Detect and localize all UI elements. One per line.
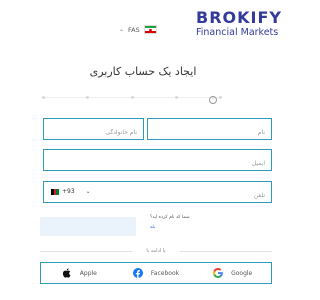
- referral-code-question: شما کد نام کرده اید؟: [150, 215, 190, 220]
- email-field[interactable]: [43, 149, 272, 174]
- facebook-login-label: Facebook: [150, 269, 180, 277]
- language-label: FAS: [128, 25, 140, 34]
- submit-button[interactable]: [40, 217, 136, 236]
- step-dot: [219, 96, 222, 99]
- or-divider: یا ادامه با: [40, 248, 272, 254]
- phone-field[interactable]: +93 ⌄: [43, 181, 272, 206]
- step-dot: [174, 96, 178, 99]
- apple-login-label: Apple: [79, 269, 97, 277]
- step-dot: [86, 96, 90, 99]
- first-name-field[interactable]: [147, 118, 272, 143]
- referral-code-link[interactable]: بله: [150, 225, 155, 230]
- country-code-selector[interactable]: +93 ⌄: [51, 188, 91, 195]
- step-dot: [42, 96, 45, 99]
- language-selector[interactable]: ⌄ FAS: [119, 25, 157, 34]
- country-code: +93: [62, 188, 75, 195]
- google-login-label: Google: [231, 269, 253, 277]
- page-title: ایجاد یک حساب کاربری: [89, 65, 197, 78]
- chevron-down-icon: ⌄: [119, 26, 125, 33]
- step-dot: [130, 96, 134, 99]
- facebook-login-button[interactable]: Facebook: [118, 263, 195, 283]
- google-login-button[interactable]: Google: [194, 263, 271, 283]
- iran-flag-icon: [143, 25, 157, 34]
- afghanistan-flag-icon: [51, 188, 60, 195]
- email-input[interactable]: [44, 153, 271, 174]
- chevron-down-icon: ⌄: [85, 188, 91, 195]
- facebook-icon: [132, 268, 143, 278]
- apple-icon: [62, 268, 72, 278]
- apple-login-button[interactable]: Apple: [41, 263, 118, 283]
- first-name-input[interactable]: [148, 122, 271, 143]
- brand-name: BROKIFY: [196, 8, 282, 27]
- brand-logo[interactable]: BROKIFY Financial Markets: [196, 9, 282, 38]
- last-name-input[interactable]: [44, 122, 143, 143]
- brand-subtitle: Financial Markets: [196, 27, 279, 38]
- info-icon[interactable]: i: [209, 96, 217, 104]
- divider-line: [180, 251, 272, 252]
- google-icon: [213, 268, 223, 278]
- last-name-field[interactable]: [43, 118, 144, 143]
- social-login-bar: Apple Facebook Google: [40, 262, 272, 284]
- progress-stepper: [42, 95, 222, 101]
